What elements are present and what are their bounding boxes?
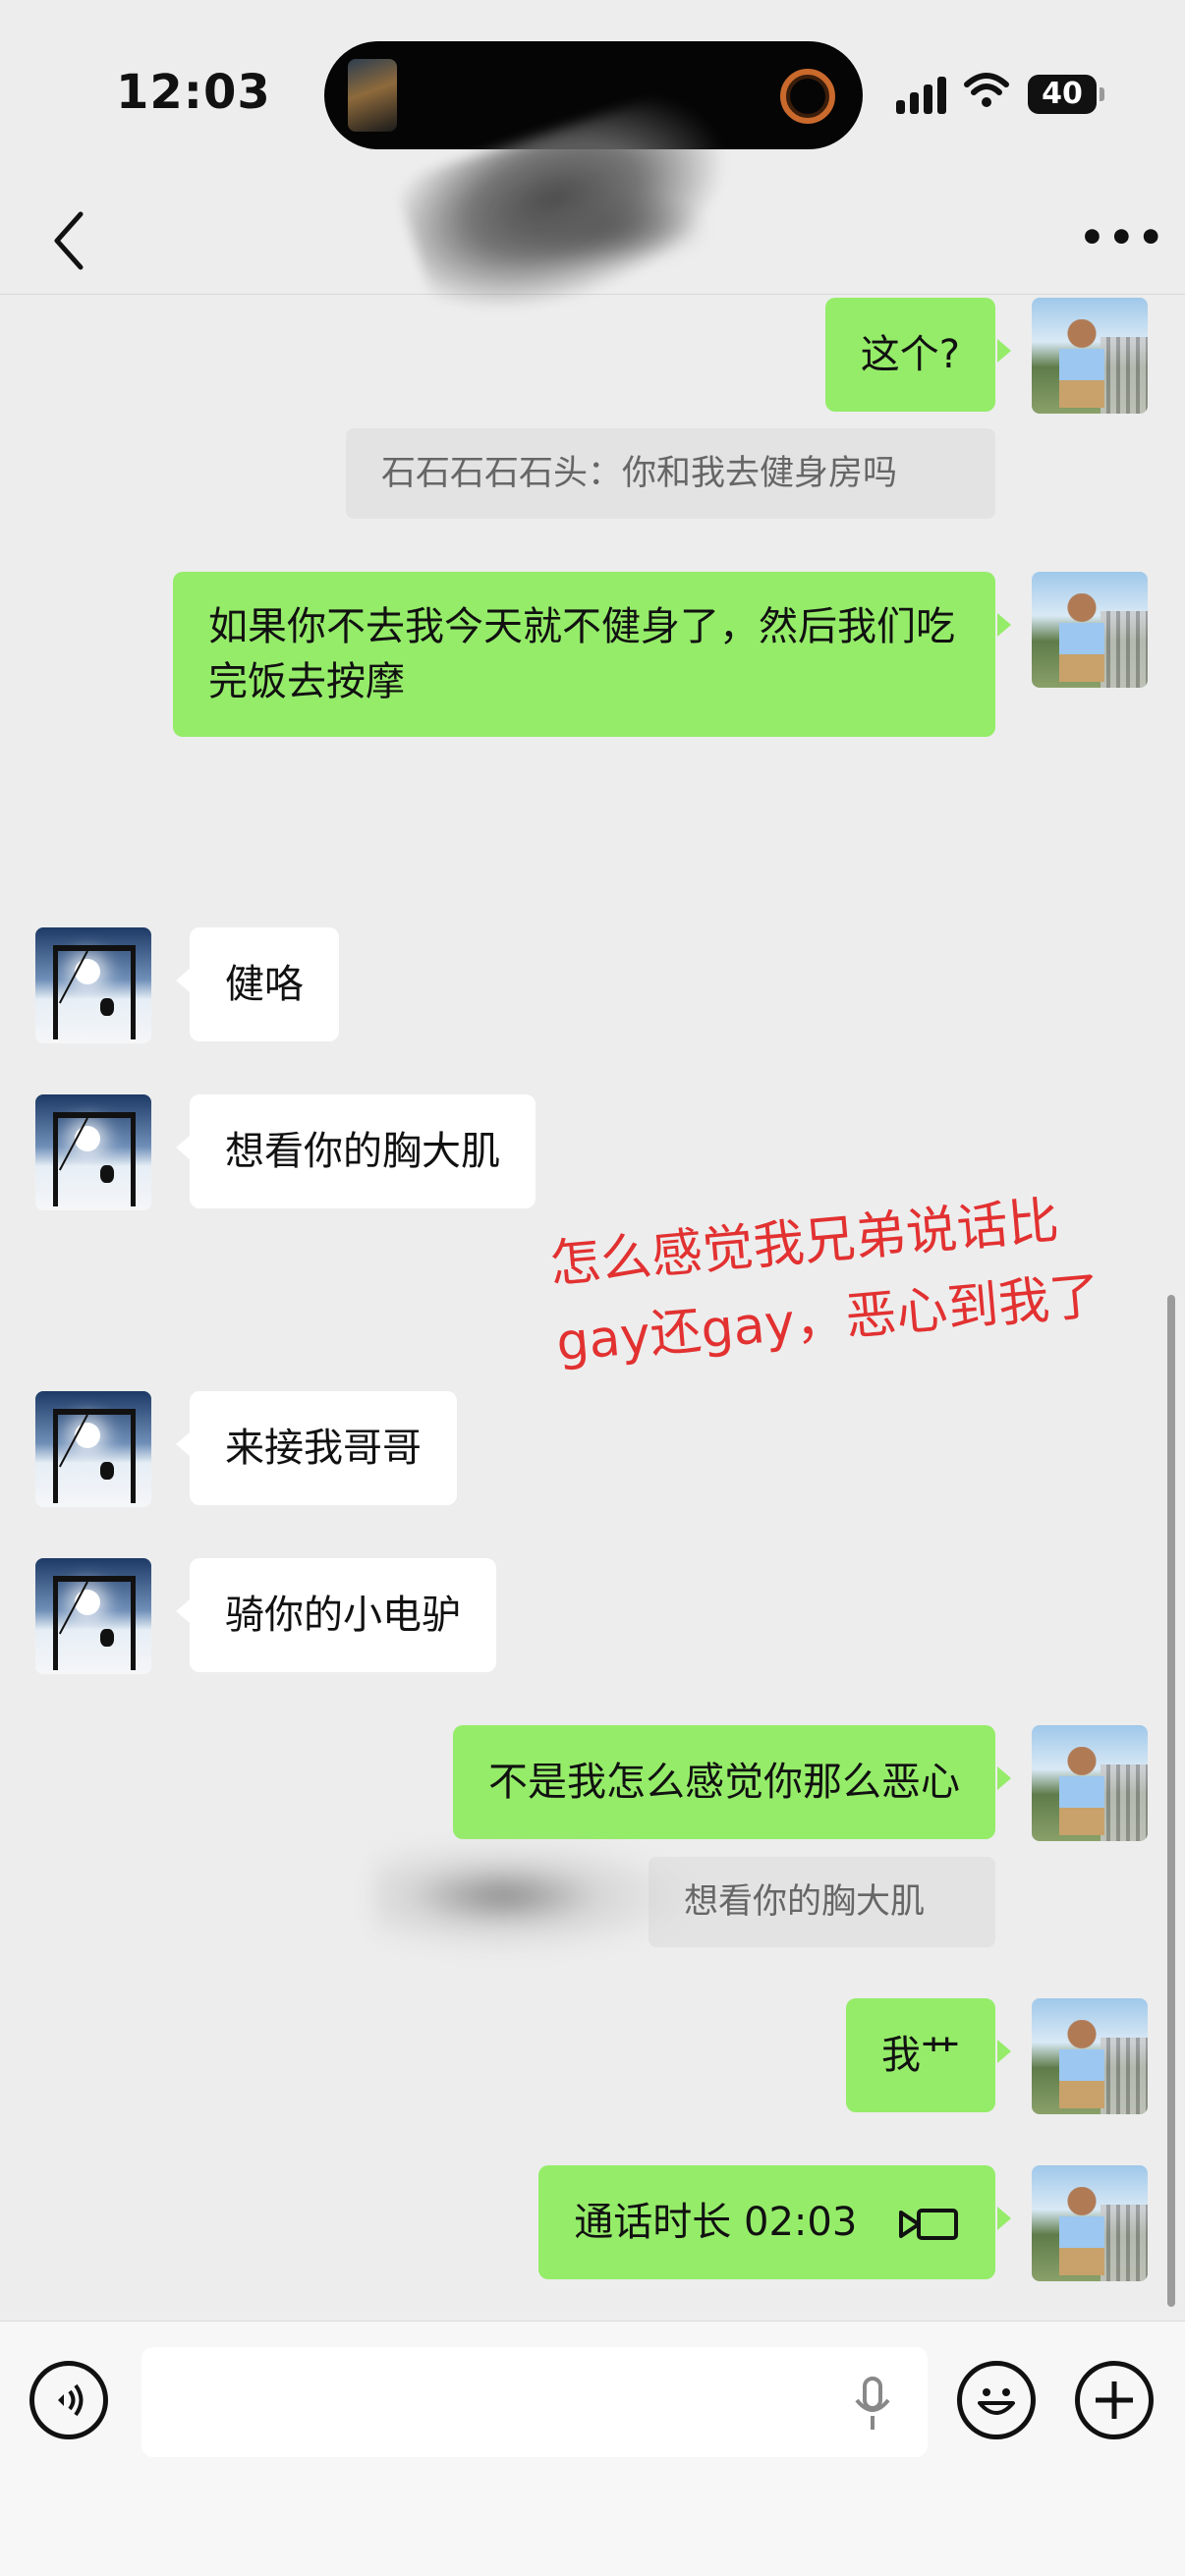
message-bubble-outgoing[interactable]: 不是我怎么感觉你那么恶心 <box>453 1725 1011 1839</box>
avatar-contact[interactable] <box>35 1391 151 1507</box>
redacted-quote-author <box>373 1847 698 1955</box>
quoted-message[interactable]: 想看你的胸大肌 <box>649 1857 995 1947</box>
battery-indicator: 40 <box>1028 75 1104 114</box>
emoji-icon[interactable] <box>957 2361 1036 2439</box>
voice-icon[interactable] <box>29 2361 108 2439</box>
redacted-contact-name-smudge <box>491 187 707 265</box>
message-bubble-outgoing[interactable]: 我艹 <box>846 1998 1011 2112</box>
message-bubble-incoming[interactable]: 健咯 <box>176 927 339 1041</box>
avatar-self[interactable] <box>1032 572 1148 688</box>
message-bubble-incoming[interactable]: 来接我哥哥 <box>176 1391 457 1505</box>
message-bubble-outgoing[interactable]: 这个? <box>824 298 1012 412</box>
avatar-self[interactable] <box>1032 2165 1148 2281</box>
input-bar <box>0 2321 1185 2576</box>
quoted-message[interactable]: 石石石石石头：你和我去健身房吗 <box>346 428 995 519</box>
plus-icon[interactable] <box>1075 2361 1154 2439</box>
chat-header: ••• <box>0 82 1185 341</box>
avatar-contact[interactable] <box>35 927 151 1043</box>
scrollbar[interactable] <box>1167 1295 1175 2307</box>
avatar-self[interactable] <box>1032 1725 1148 1841</box>
chevron-left-icon[interactable] <box>47 206 90 275</box>
avatar-contact[interactable] <box>35 1558 151 1674</box>
more-dots-icon[interactable]: ••• <box>1079 217 1167 258</box>
avatar-self[interactable] <box>1032 298 1148 414</box>
message-bubble-incoming[interactable]: 想看你的胸大肌 <box>176 1094 536 1208</box>
now-playing-artwork <box>348 59 397 132</box>
mic-icon[interactable] <box>853 2377 892 2432</box>
red-annotation-overlay: 怎么感觉我兄弟说话比gay还gay，恶心到我了 <box>546 1191 1103 1373</box>
video-call-icon <box>899 2209 958 2240</box>
call-duration-label: 通话时长 02:03 <box>574 2200 858 2245</box>
call-record-bubble[interactable]: 通话时长 02:03 <box>538 2165 1011 2279</box>
activity-ring-icon <box>780 69 835 124</box>
status-time: 12:03 <box>116 65 271 120</box>
cellular-signal-icon <box>896 77 947 114</box>
avatar-self[interactable] <box>1032 1998 1148 2114</box>
wifi-icon <box>964 73 1009 107</box>
message-input[interactable] <box>141 2347 928 2457</box>
message-bubble-incoming[interactable]: 骑你的小电驴 <box>176 1558 496 1672</box>
avatar-contact[interactable] <box>35 1094 151 1210</box>
message-bubble-outgoing[interactable]: 如果你不去我今天就不健身了，然后我们吃完饭去按摩 <box>173 572 1011 737</box>
